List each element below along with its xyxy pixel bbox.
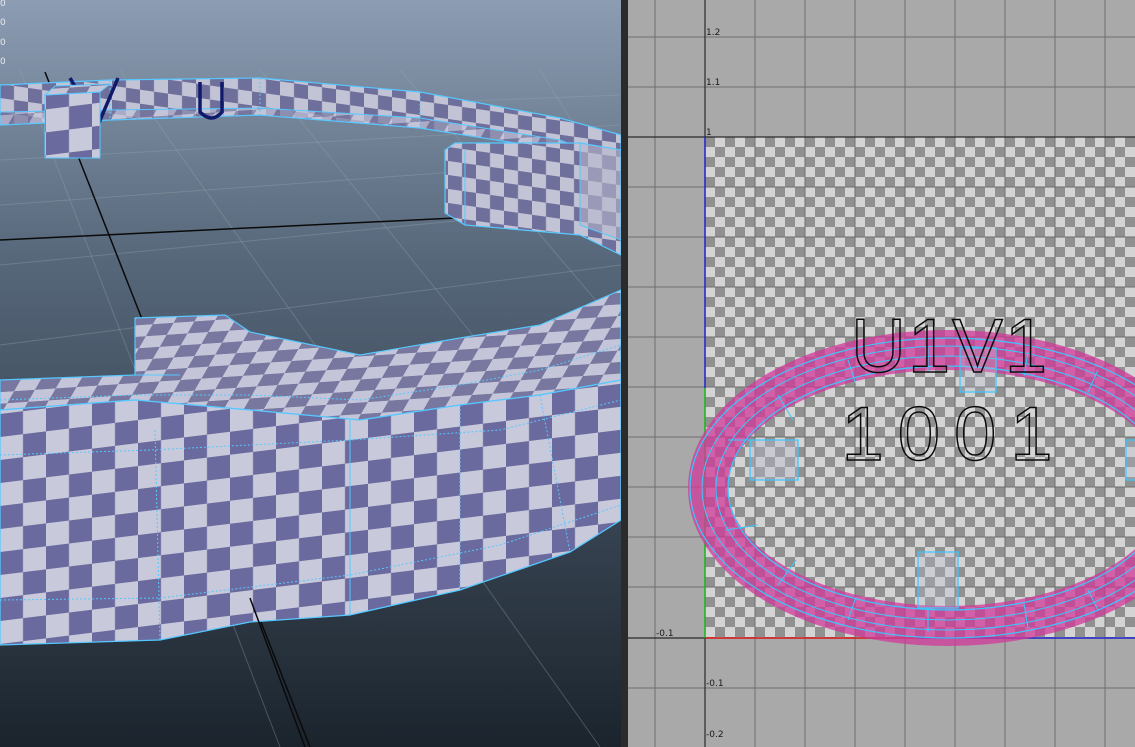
panel-divider[interactable] [621,0,628,747]
ring-back-tab-left [44,91,101,159]
perspective-viewport[interactable]: 0 0 0 0 [0,0,621,747]
v-label: 1 [706,128,712,138]
v-label: -0.1 [706,679,724,689]
hud-value: 0 [0,57,6,67]
viewport-canvas[interactable] [0,0,621,747]
hud-value: 0 [0,0,6,9]
hud-value: 0 [0,38,6,48]
uv-editor-canvas[interactable]: 1.2 1.1 1 -0.1 -0.1 -0.2 U1V1 1001 [628,0,1135,747]
v-label: 1.1 [706,78,720,88]
v-label: 1.2 [706,28,720,38]
uv-tile-label-1001: 1001 [841,392,1066,477]
u-label: -0.1 [656,629,674,639]
v-label: -0.2 [706,730,724,740]
uv-editor[interactable]: 1.2 1.1 1 -0.1 -0.1 -0.2 U1V1 1001 [628,0,1135,747]
uv-tile-label-u1v1: U1V1 [851,304,1049,389]
hud-value: 0 [0,18,6,28]
